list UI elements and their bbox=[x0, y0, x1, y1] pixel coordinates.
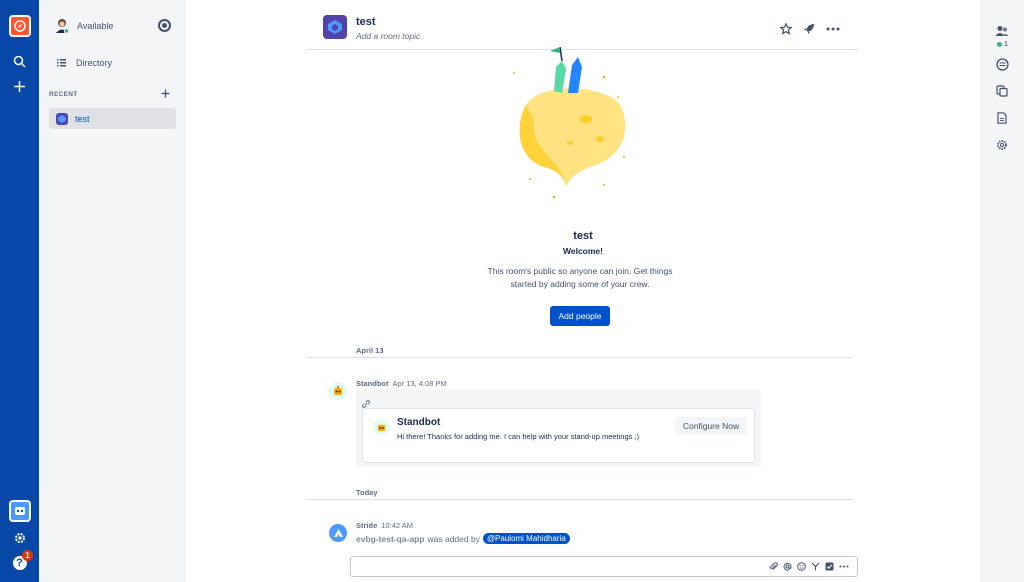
star-icon[interactable] bbox=[780, 23, 792, 35]
message-time: 10:42 AM bbox=[381, 521, 413, 530]
configure-now-button[interactable]: Configure Now bbox=[675, 417, 747, 435]
member-count: 1 bbox=[1004, 41, 1008, 48]
search-button[interactable] bbox=[0, 52, 39, 70]
message-meta: Standbot Apr 13, 4:08 PM bbox=[356, 379, 447, 388]
robot-icon bbox=[377, 424, 385, 431]
date-label: Today bbox=[356, 488, 378, 497]
system-action-text: was added by bbox=[427, 533, 480, 544]
help-notification-badge: 1 bbox=[22, 550, 33, 561]
stride-logo-icon bbox=[333, 528, 343, 537]
welcome-subtitle: Welcome! bbox=[563, 246, 603, 256]
stride-avatar[interactable] bbox=[329, 524, 347, 542]
robot-icon bbox=[334, 386, 342, 395]
date-divider bbox=[306, 357, 853, 358]
room-avatar bbox=[323, 15, 347, 39]
right-rail: 1 bbox=[980, 0, 1024, 582]
room-title: test bbox=[356, 16, 376, 28]
welcome-description: This room's public so anyone can join. G… bbox=[487, 266, 673, 289]
welcome-illustration bbox=[513, 47, 626, 199]
user-mention[interactable]: @Paulomi Mahidharia bbox=[482, 533, 570, 544]
documents-button[interactable] bbox=[980, 111, 1024, 125]
create-button[interactable] bbox=[0, 76, 39, 96]
room-label: test bbox=[75, 113, 90, 124]
recent-section-label: RECENT bbox=[49, 91, 78, 98]
message-sender[interactable]: Standbot bbox=[356, 379, 389, 388]
app-card: Standbot Hi there! Thanks for adding me.… bbox=[362, 408, 755, 463]
welcome-room-name: test bbox=[573, 230, 593, 242]
presence-status[interactable]: Available bbox=[55, 18, 113, 34]
room-settings-button[interactable] bbox=[980, 138, 1024, 152]
emoji-icon[interactable] bbox=[797, 562, 806, 571]
settings-button[interactable] bbox=[0, 530, 39, 546]
room-topic-placeholder[interactable]: Add a room topic bbox=[356, 31, 420, 41]
card-title: Standbot bbox=[397, 417, 441, 428]
global-nav: ? 1 bbox=[0, 0, 39, 582]
standbot-card-avatar bbox=[373, 419, 389, 435]
online-indicator bbox=[997, 42, 1002, 47]
gear-icon bbox=[14, 533, 25, 543]
gear-icon bbox=[997, 140, 1007, 150]
more-icon[interactable] bbox=[826, 27, 840, 31]
app-switcher-button[interactable] bbox=[0, 500, 39, 522]
composer-actions bbox=[769, 562, 849, 571]
rocket-icon[interactable] bbox=[803, 23, 815, 35]
room-icon bbox=[56, 112, 68, 125]
add-room-button[interactable] bbox=[161, 86, 170, 101]
date-label: April 13 bbox=[356, 346, 384, 355]
directory-label: Directory bbox=[76, 58, 113, 68]
standbot-avatar[interactable] bbox=[329, 382, 347, 400]
robot-icon bbox=[14, 507, 25, 515]
sidebar-item-directory[interactable]: Directory bbox=[57, 58, 112, 68]
avatar bbox=[55, 18, 70, 34]
status-label: Available bbox=[77, 21, 114, 31]
members-button[interactable] bbox=[980, 24, 1024, 38]
message-sender[interactable]: Stride bbox=[356, 521, 377, 530]
main-panel: test Add a room topic test Welcome! This… bbox=[186, 0, 980, 582]
message-card: Standbot Hi there! Thanks for adding me.… bbox=[356, 390, 761, 467]
message-meta: Stride 10:42 AM bbox=[356, 521, 413, 530]
plus-icon bbox=[14, 80, 25, 92]
decision-icon[interactable] bbox=[811, 562, 820, 571]
header-actions bbox=[780, 23, 840, 35]
sidebar-item-room-test[interactable]: test bbox=[49, 108, 176, 129]
search-icon bbox=[13, 55, 26, 68]
message-composer bbox=[350, 556, 858, 577]
help-button[interactable]: ? bbox=[0, 554, 39, 572]
attachment-icon[interactable] bbox=[769, 562, 778, 571]
status-toggle-icon[interactable] bbox=[158, 19, 171, 32]
document-icon bbox=[997, 112, 1007, 124]
chat-view-button[interactable] bbox=[980, 57, 1024, 71]
files-icon bbox=[996, 85, 1008, 97]
plus-icon bbox=[161, 89, 170, 98]
mention-icon[interactable] bbox=[783, 562, 792, 571]
compass-icon bbox=[13, 20, 26, 32]
files-button[interactable] bbox=[980, 84, 1024, 98]
room-header: test Add a room topic bbox=[306, 0, 858, 50]
card-text: Hi there! Thanks for adding me. I can he… bbox=[397, 432, 640, 441]
add-people-button[interactable]: Add people bbox=[550, 306, 610, 326]
more-icon[interactable] bbox=[839, 565, 849, 568]
message-input[interactable] bbox=[355, 559, 755, 574]
checkbox-icon[interactable] bbox=[825, 562, 834, 571]
system-message: evbg-test-qa-app was added by @Paulomi M… bbox=[356, 533, 570, 544]
date-divider bbox=[306, 499, 853, 500]
message-time: Apr 13, 4:08 PM bbox=[392, 379, 447, 388]
stride-logo-button[interactable] bbox=[0, 14, 39, 38]
sidebar: Available Directory RECENT test bbox=[39, 0, 186, 582]
app-name[interactable]: evbg-test-qa-app bbox=[356, 534, 424, 544]
list-icon bbox=[57, 59, 66, 67]
chat-icon bbox=[995, 57, 1009, 71]
people-icon bbox=[995, 26, 1009, 36]
